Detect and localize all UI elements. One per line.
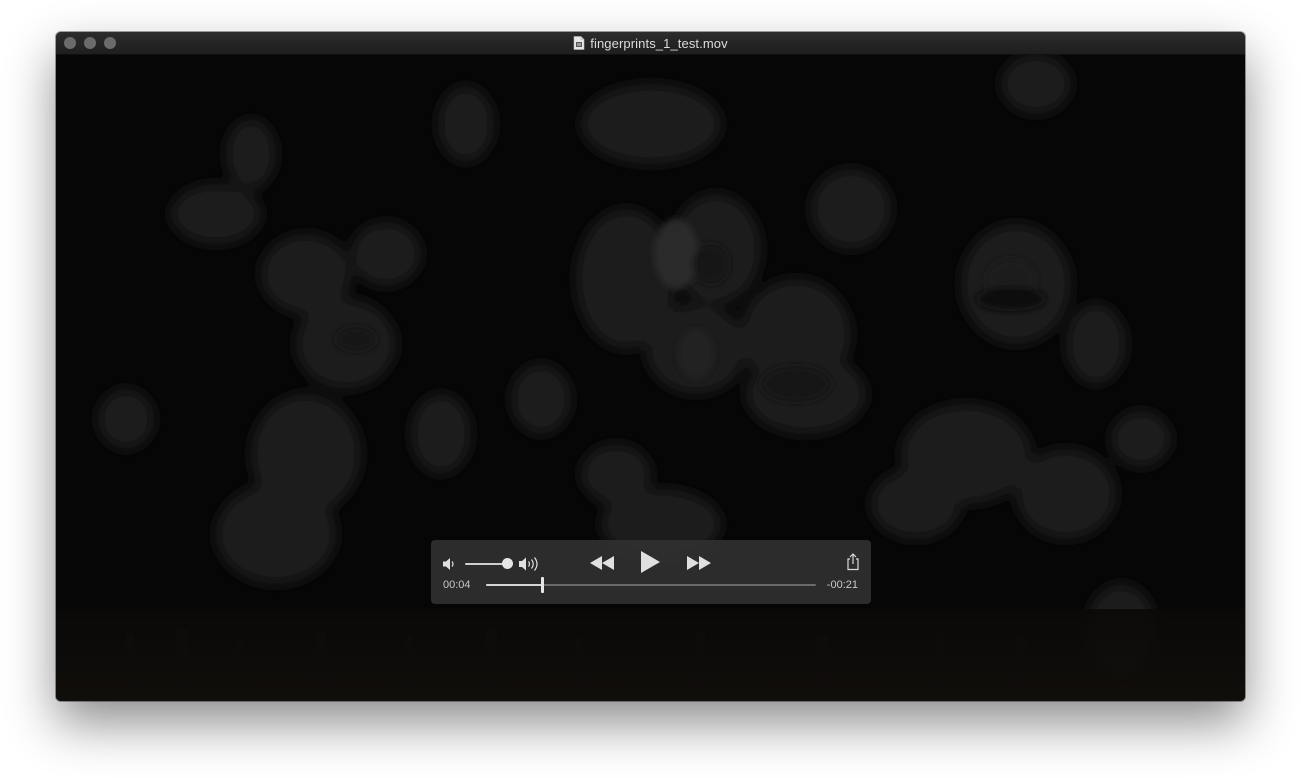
playhead[interactable] <box>541 577 545 593</box>
player-window: fingerprints_1_test.mov 00:04 -00:21 <box>56 32 1245 701</box>
share-icon[interactable] <box>845 553 861 571</box>
volume-slider-knob[interactable] <box>502 558 513 569</box>
document-icon <box>573 36 585 50</box>
speaker-high-icon[interactable] <box>518 555 542 573</box>
current-time: 00:04 <box>443 579 471 591</box>
window-title-group: fingerprints_1_test.mov <box>56 32 1245 54</box>
scrubber-elapsed <box>486 584 543 586</box>
window-title: fingerprints_1_test.mov <box>590 35 728 51</box>
title-bar[interactable]: fingerprints_1_test.mov <box>56 32 1245 55</box>
rewind-icon[interactable] <box>589 555 615 571</box>
playback-controls: 00:04 -00:21 <box>431 540 871 604</box>
fast-forward-icon[interactable] <box>686 555 712 571</box>
play-icon[interactable] <box>639 550 661 574</box>
speaker-low-icon[interactable] <box>442 556 456 572</box>
remaining-time: -00:21 <box>826 579 858 591</box>
scrubber-track[interactable] <box>486 584 816 586</box>
